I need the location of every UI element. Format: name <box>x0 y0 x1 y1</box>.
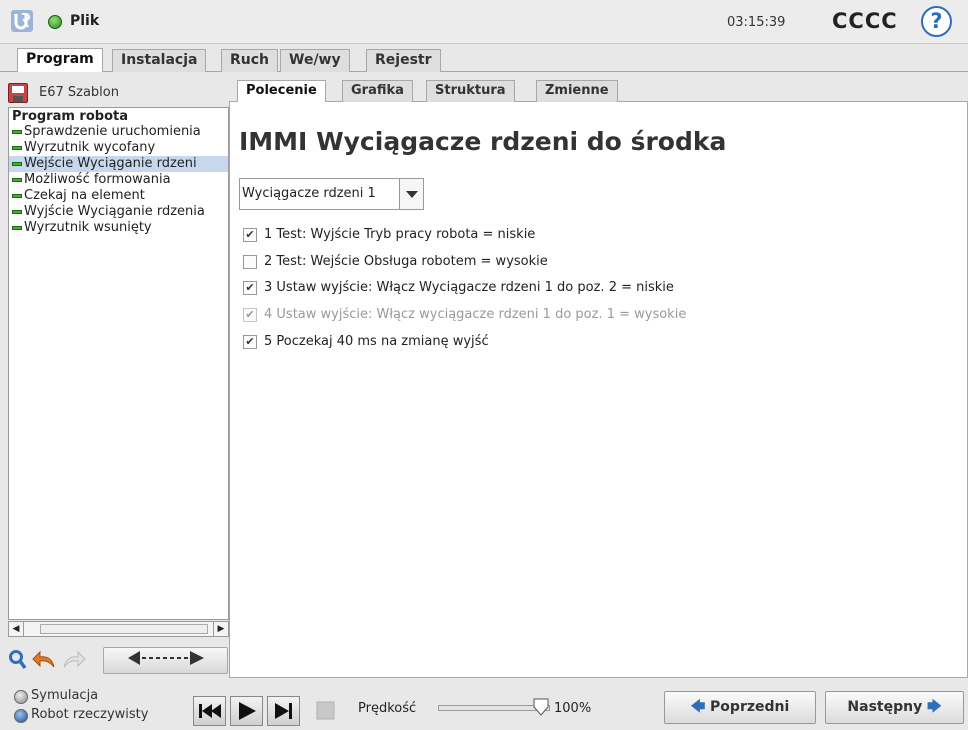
bottom-bar: Symulacja Robot rzeczywisty Prędkość 100… <box>0 684 968 726</box>
tab-struktura[interactable]: Struktura <box>426 80 515 102</box>
radio-icon[interactable] <box>14 690 28 704</box>
radio-icon[interactable] <box>14 709 28 723</box>
tree-item-selected[interactable]: Wejście Wyciąganie rdzeni <box>9 156 228 172</box>
tab-we-wy[interactable]: We/wy <box>280 49 350 72</box>
chevron-down-icon[interactable] <box>399 179 423 209</box>
main-tabs: Program Instalacja Ruch We/wy Rejestr <box>0 44 968 72</box>
play-button[interactable] <box>230 696 263 726</box>
previous-button[interactable]: 🡄 Poprzedni <box>664 691 816 724</box>
tree-item[interactable]: Sprawdzenie uruchomienia <box>9 124 228 140</box>
speed-slider[interactable] <box>438 698 550 716</box>
tab-program[interactable]: Program <box>17 48 103 72</box>
tree-item[interactable]: Wyrzutnik wycofany <box>9 140 228 156</box>
checkbox[interactable] <box>243 255 257 269</box>
next-button[interactable]: Następny 🡆 <box>825 691 964 724</box>
tab-ruch[interactable]: Ruch <box>221 49 279 72</box>
scroll-right-icon[interactable]: ▶ <box>213 622 228 636</box>
page-title: IMMI Wyciągacze rdzeni do środka <box>239 127 727 156</box>
rewind-button[interactable] <box>193 696 226 726</box>
redo-icon[interactable] <box>61 647 86 674</box>
step-button[interactable] <box>267 696 300 726</box>
tree-item[interactable]: Możliwość formowania <box>9 172 228 188</box>
clock: 03:15:39 <box>727 15 786 30</box>
speed-value: 100% <box>554 701 592 716</box>
scroll-thumb[interactable] <box>40 624 208 634</box>
robot-name: CCCC <box>832 9 898 33</box>
node-marker-icon <box>12 146 22 150</box>
tree-item[interactable]: Wyjście Wyciąganie rdzenia <box>9 204 228 220</box>
checkbox: ✔ <box>243 308 257 322</box>
node-marker-icon <box>12 226 22 230</box>
program-file-name: E67 Szablon <box>39 85 119 100</box>
program-tree-panel: E67 Szablon Program robota Sprawdzenie u… <box>8 80 229 676</box>
help-icon[interactable]: ? <box>921 6 952 37</box>
search-icon[interactable] <box>8 647 28 674</box>
command-content: IMMI Wyciągacze rdzeni do środka Wyciąga… <box>229 102 968 678</box>
speed-label: Prędkość <box>358 701 417 716</box>
program-file-line: E67 Szablon <box>8 80 229 108</box>
tab-polecenie[interactable]: Polecenie <box>237 80 326 102</box>
arrow-left-icon: 🡄 <box>690 699 706 715</box>
ur-logo-icon <box>11 10 33 32</box>
command-panel: Polecenie Grafika Struktura Zmienne IMMI… <box>229 80 968 678</box>
checkbox[interactable]: ✔ <box>243 335 257 349</box>
select-value: Wyciągacze rdzeni 1 <box>242 186 376 201</box>
tree-item[interactable]: Czekaj na element <box>9 188 228 204</box>
tab-grafika[interactable]: Grafika <box>342 80 413 102</box>
scroll-left-icon[interactable]: ◀ <box>9 622 24 636</box>
program-tree[interactable]: Program robota Sprawdzenie uruchomienia … <box>8 107 229 620</box>
tab-instalacja[interactable]: Instalacja <box>112 49 207 72</box>
tree-root[interactable]: Program robota <box>9 108 228 124</box>
undo-icon[interactable] <box>32 647 57 674</box>
core-puller-select[interactable]: Wyciągacze rdzeni 1 <box>239 178 424 210</box>
save-icon[interactable] <box>8 83 28 103</box>
node-marker-icon <box>12 162 22 166</box>
checkbox[interactable]: ✔ <box>243 228 257 242</box>
slider-knob-icon[interactable] <box>533 698 549 716</box>
status-indicator-icon <box>48 15 62 29</box>
top-bar: Plik 03:15:39 CCCC ? <box>0 0 968 44</box>
tree-item[interactable]: Wyrzutnik wsunięty <box>9 220 228 236</box>
move-node-button[interactable] <box>103 647 228 674</box>
tab-zmienne[interactable]: Zmienne <box>536 80 618 102</box>
node-marker-icon <box>12 194 22 198</box>
node-marker-icon <box>12 178 22 182</box>
node-marker-icon <box>12 210 22 214</box>
stop-button[interactable] <box>304 696 337 726</box>
sub-tabs: Polecenie Grafika Struktura Zmienne <box>229 80 968 102</box>
arrow-right-icon: 🡆 <box>927 699 942 715</box>
tree-toolbar <box>8 647 229 676</box>
tab-rejestr[interactable]: Rejestr <box>366 49 441 72</box>
file-menu[interactable]: Plik <box>70 13 99 29</box>
checkbox[interactable]: ✔ <box>243 281 257 295</box>
horizontal-scrollbar[interactable]: ◀ ▶ <box>8 621 229 637</box>
node-marker-icon <box>12 130 22 134</box>
